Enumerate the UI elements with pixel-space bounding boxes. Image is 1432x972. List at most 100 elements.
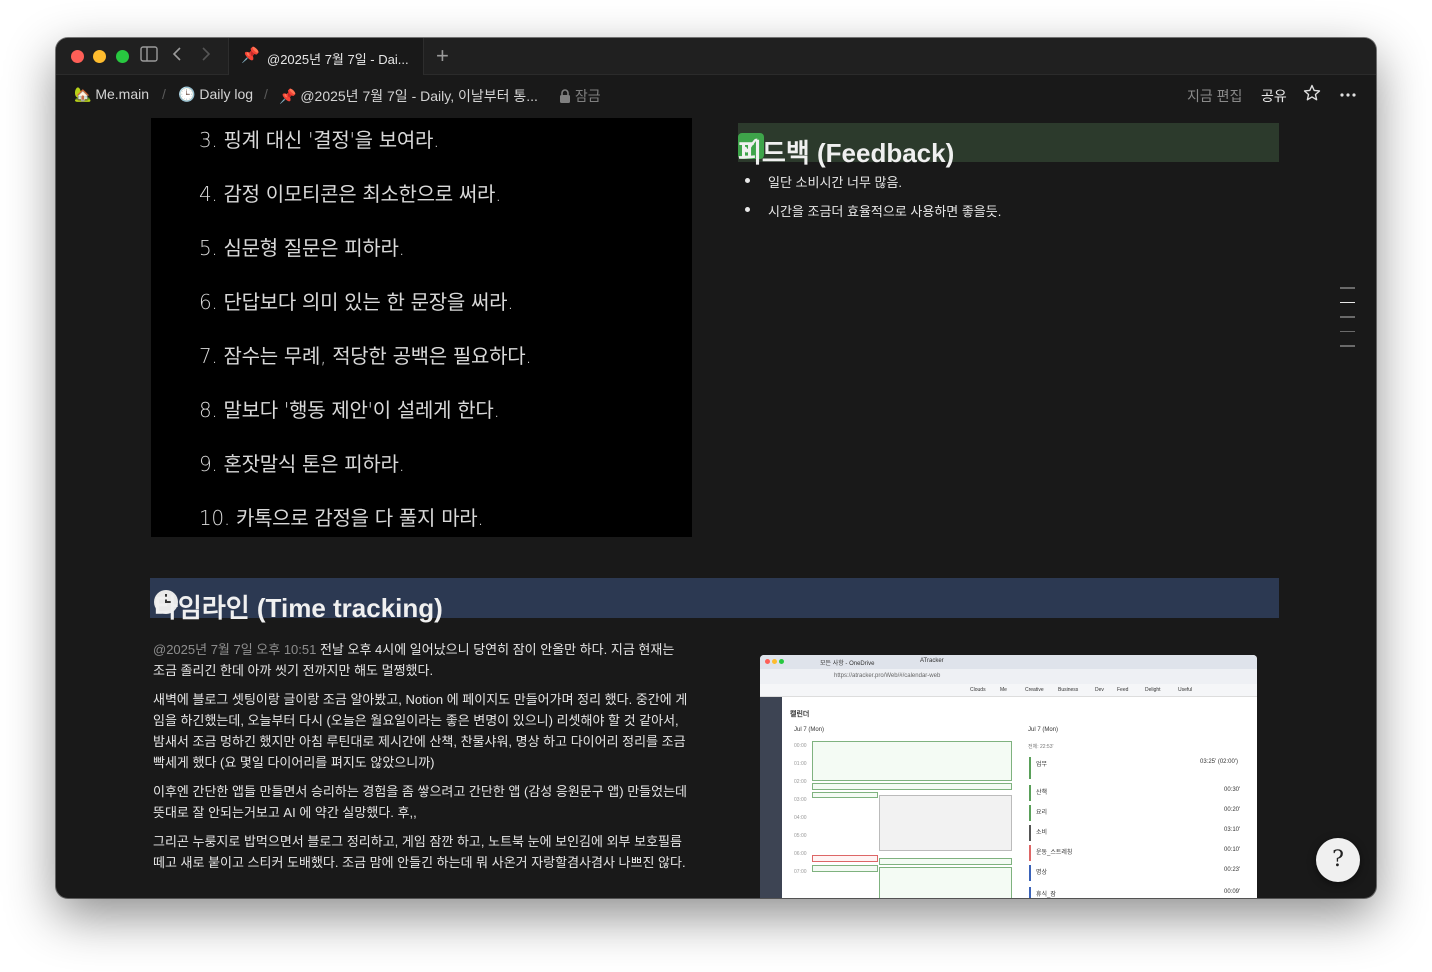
close-window-button[interactable] bbox=[71, 50, 84, 63]
favorite-star-icon[interactable] bbox=[1303, 84, 1321, 105]
embedded-bookmark: Feed bbox=[1117, 687, 1129, 693]
feedback-item-text: 일단 소비시간 너무 많음. bbox=[768, 175, 903, 190]
embedded-date-left: Jul 7 (Mon) bbox=[794, 727, 825, 733]
active-tab[interactable]: 📌 @2025년 7월 7일 - Dai... bbox=[228, 38, 424, 75]
minimize-window-button[interactable] bbox=[93, 50, 106, 63]
date-mention[interactable]: @2025년 7월 7일 오후 10:51 bbox=[153, 642, 316, 657]
feedback-heading: ✓ 피드백 (Feedback) bbox=[738, 123, 1279, 168]
breadcrumb-separator: / bbox=[264, 86, 268, 102]
embedded-entry-name: 운동_스트레칭 bbox=[1036, 850, 1073, 856]
browser-window: 📌 @2025년 7월 7일 - Dai... + 🏡 Me.main / 🕒 … bbox=[56, 38, 1376, 898]
breadcrumb-item-current-page[interactable]: 📌 @2025년 7월 7일 - Daily, 이날부터 통... bbox=[279, 86, 538, 106]
page-content: 3. 핑계 대신 '결정'을 보여라. 4. 감정 이모티콘은 최소한으로 써라… bbox=[56, 116, 1376, 898]
toc-line[interactable] bbox=[1340, 345, 1355, 347]
embedded-total: 전체: 22:53' bbox=[1028, 744, 1054, 750]
breadcrumb-item-me-main[interactable]: 🏡 Me.main bbox=[74, 86, 149, 103]
embedded-entry-time: 00:23' bbox=[1224, 867, 1241, 873]
breadcrumb-label: Me.main bbox=[95, 86, 150, 102]
embedded-entry-name: 요리 bbox=[1036, 810, 1048, 816]
back-arrow-icon[interactable] bbox=[172, 46, 182, 68]
toc-line[interactable] bbox=[1340, 330, 1355, 332]
embedded-bookmark: Me bbox=[1000, 687, 1007, 693]
help-icon: ? bbox=[1332, 847, 1344, 872]
embedded-entry-time: 00:09' bbox=[1224, 889, 1241, 895]
embedded-tab-2: ATracker bbox=[920, 658, 944, 664]
embedded-zoom-dot bbox=[779, 659, 784, 664]
toc-line[interactable] bbox=[1340, 287, 1355, 289]
embedded-bookmarks-bar: Clouds Me Creative Business Dev Feed Del… bbox=[760, 684, 1257, 697]
timeline-paragraph: 그리곤 누룽지로 밥먹으면서 블로그 정리하고, 게임 잠깐 하고, 노트북 눈… bbox=[153, 834, 686, 870]
breadcrumb-label: Daily log bbox=[199, 86, 254, 102]
embedded-bookmark: Creative bbox=[1025, 687, 1044, 693]
embedded-close-dot bbox=[765, 659, 770, 664]
embedded-event-block bbox=[812, 865, 878, 872]
embedded-entry-bar bbox=[1029, 865, 1031, 881]
embedded-date-right: Jul 7 (Mon) bbox=[1028, 727, 1059, 733]
pushpin-icon: 📌 bbox=[279, 88, 297, 104]
embedded-tab-bar: 모든 사항 - OneDrive ATracker bbox=[760, 655, 1257, 669]
tab-title: @2025년 7월 7일 - Dai... bbox=[267, 52, 409, 67]
embedded-bookmark: Business bbox=[1058, 687, 1079, 693]
embedded-url: https://atracker.pro/Web/#/calendar-web bbox=[834, 673, 941, 679]
embedded-entry-time: 00:30' bbox=[1224, 787, 1241, 793]
embedded-entry-bar bbox=[1029, 887, 1031, 898]
embedded-entry-bar bbox=[1029, 825, 1031, 841]
embedded-event-block bbox=[879, 867, 1012, 898]
more-options-icon[interactable] bbox=[1339, 88, 1357, 105]
embedded-hour: 01:00 bbox=[794, 761, 807, 767]
embedded-calendar-title: 캘린더 bbox=[790, 711, 810, 718]
embedded-hour: 07:00 bbox=[794, 869, 807, 875]
breadcrumb-bar: 🏡 Me.main / 🕒 Daily log / 📌 @2025년 7월 7일… bbox=[56, 76, 1376, 116]
embedded-entry-bar bbox=[1029, 845, 1031, 861]
embedded-hour: 05:00 bbox=[794, 833, 807, 839]
house-plant-icon: 🏡 bbox=[74, 86, 92, 102]
table-of-contents-indicator[interactable] bbox=[1340, 287, 1355, 360]
embedded-event-block bbox=[879, 795, 1012, 851]
embedded-entry-time: 00:10' bbox=[1224, 847, 1241, 853]
sidebar-toggle-icon[interactable] bbox=[140, 46, 158, 68]
breadcrumb-item-daily-log[interactable]: 🕒 Daily log bbox=[178, 86, 253, 103]
embedded-entry-bar bbox=[1029, 805, 1031, 821]
help-button[interactable]: ? bbox=[1316, 838, 1360, 882]
rule-line: 10. 카톡으로 감정을 다 풀지 마라. bbox=[199, 506, 484, 530]
share-button[interactable]: 공유 bbox=[1261, 86, 1287, 106]
rule-line: 7. 잠수는 무례, 적당한 공백은 필요하다. bbox=[199, 344, 532, 368]
breadcrumb-label: @2025년 7월 7일 - Daily, 이날부터 통... bbox=[300, 88, 538, 104]
rule-line: 8. 말보다 '행동 제안'이 설레게 한다. bbox=[199, 398, 500, 422]
embedded-entry-name: 명상 bbox=[1036, 870, 1048, 876]
embedded-entry-name: 소비 bbox=[1036, 830, 1048, 836]
lock-toggle[interactable]: 잠금 bbox=[559, 86, 601, 106]
embedded-bookmark: Dev bbox=[1095, 687, 1104, 693]
embedded-entry-name: 휴식_잠 bbox=[1036, 892, 1056, 898]
embedded-event-block bbox=[812, 792, 878, 798]
lock-icon bbox=[560, 89, 570, 103]
embedded-event-block bbox=[812, 741, 1012, 781]
title-bar: 📌 @2025년 7월 7일 - Dai... + bbox=[56, 38, 1376, 75]
embedded-event-block bbox=[812, 783, 1012, 790]
embedded-tab-1: 모든 사항 - OneDrive bbox=[820, 661, 875, 667]
new-tab-button[interactable]: + bbox=[436, 44, 449, 68]
embedded-sidebar bbox=[760, 697, 782, 898]
rule-line: 9. 혼잣말식 톤은 피하라. bbox=[199, 452, 405, 476]
feedback-item-text: 시간을 조금더 효율적으로 사용하면 좋을듯. bbox=[768, 204, 1002, 219]
rules-image[interactable]: 3. 핑계 대신 '결정'을 보여라. 4. 감정 이모티콘은 최소한으로 써라… bbox=[151, 118, 692, 537]
embedded-url-bar: https://atracker.pro/Web/#/calendar-web bbox=[760, 669, 1257, 684]
embedded-hour: 02:00 bbox=[794, 779, 807, 785]
timeline-paragraph: @2025년 7월 7일 오후 10:51 전날 오후 4시에 일어났으니 당연… bbox=[153, 639, 688, 681]
timeline-heading-text: 타임라인 (Time tracking) bbox=[154, 593, 443, 623]
embedded-entry-bar bbox=[1029, 785, 1031, 801]
embedded-hour: 03:00 bbox=[794, 797, 807, 803]
zoom-window-button[interactable] bbox=[116, 50, 129, 63]
timeline-paragraph: 새벽에 블로그 셋팅이랑 글이랑 조금 알아봤고, Notion 에 페이지도 … bbox=[153, 692, 688, 770]
embedded-hour: 06:00 bbox=[794, 851, 807, 857]
lock-label: 잠금 bbox=[574, 88, 601, 104]
embedded-entry-name: 산책 bbox=[1036, 790, 1048, 796]
timeline-heading: 타임라인 (Time tracking) bbox=[150, 578, 1279, 623]
forward-arrow-icon[interactable] bbox=[201, 46, 211, 68]
embedded-screenshot-image[interactable]: 모든 사항 - OneDrive ATracker https://atrack… bbox=[760, 655, 1257, 898]
rule-line: 6. 단답보다 의미 있는 한 문장을 써라. bbox=[199, 290, 514, 314]
embedded-entry-bar bbox=[1029, 757, 1031, 779]
embedded-hour: 00:00 bbox=[794, 743, 807, 749]
toc-line[interactable] bbox=[1340, 316, 1355, 318]
toc-line-active[interactable] bbox=[1340, 301, 1355, 303]
